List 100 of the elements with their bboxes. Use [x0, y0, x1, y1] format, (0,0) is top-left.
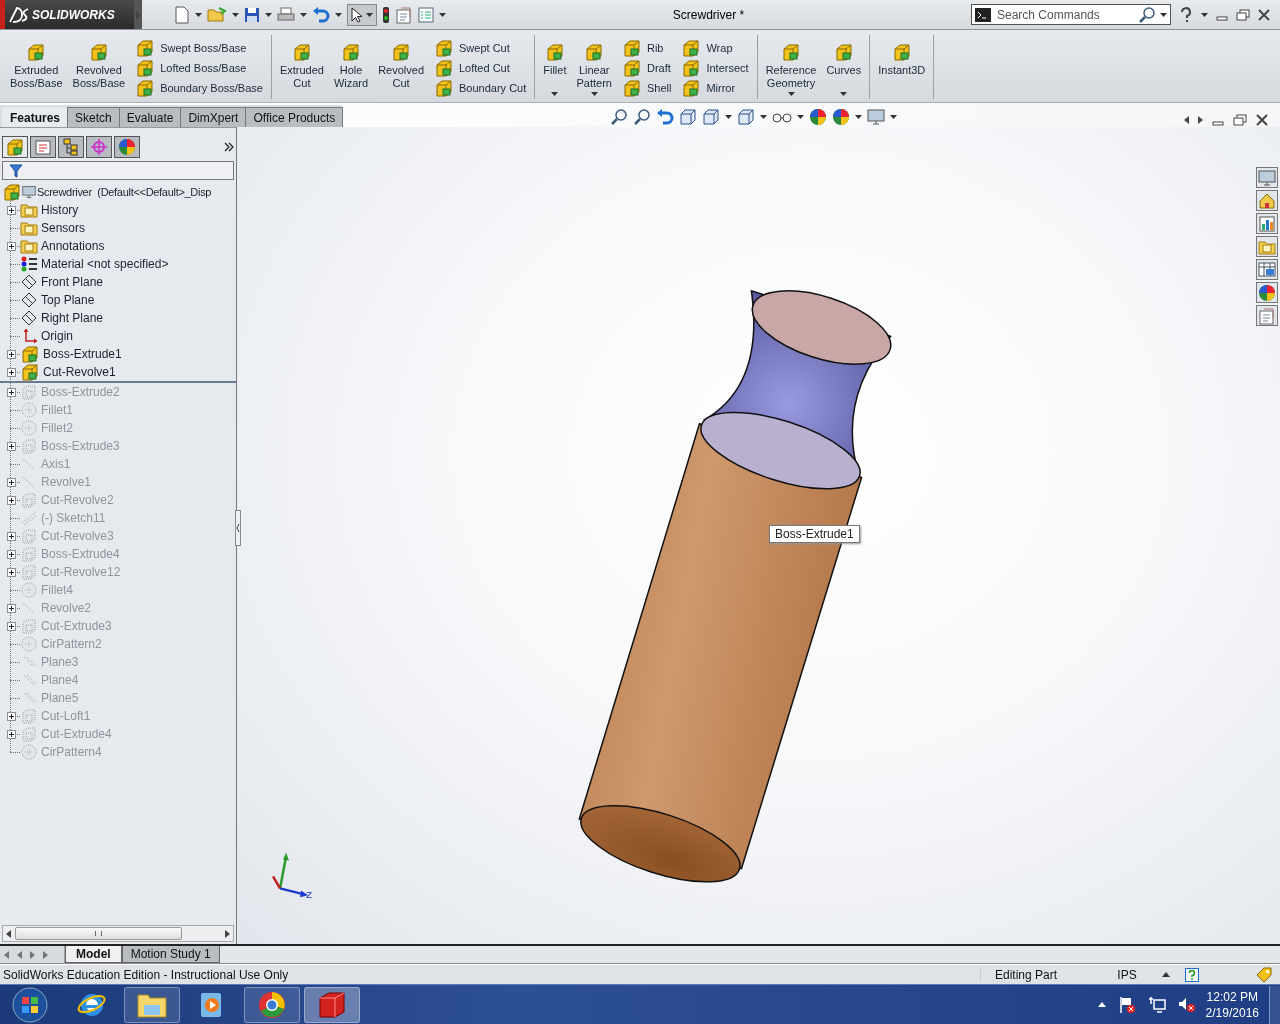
model-tab[interactable]: Model	[65, 946, 122, 963]
task-pane-button[interactable]	[1256, 213, 1278, 234]
save-icon[interactable]	[244, 6, 260, 23]
tree-item[interactable]: Front Plane	[41, 275, 104, 289]
double-chevron-icon[interactable]	[224, 142, 234, 152]
undo-icon[interactable]	[312, 6, 330, 23]
task-pane-button[interactable]	[1256, 190, 1278, 211]
glasses-icon[interactable]	[772, 110, 793, 123]
command-tab[interactable]: DimXpert	[180, 107, 247, 127]
help-icon[interactable]	[1179, 6, 1193, 23]
tag-icon[interactable]	[1256, 966, 1272, 983]
traffic-light-icon[interactable]	[382, 5, 390, 24]
taskbar-button[interactable]	[244, 986, 300, 1023]
tree-item[interactable]: Boss-Extrude1	[43, 347, 122, 361]
scroll-right-icon[interactable]	[225, 929, 230, 938]
caret-icon[interactable]	[760, 114, 768, 119]
command-button[interactable]: Hole Wizard	[331, 35, 371, 99]
scroll-left-icon[interactable]	[6, 929, 11, 938]
tree-item[interactable]: History	[41, 203, 79, 217]
expand-icon[interactable]	[6, 205, 16, 215]
new-document-icon[interactable]	[174, 5, 190, 24]
command-button[interactable]: Revolved Boss/Base	[70, 35, 128, 99]
command-button[interactable]: Extruded Boss/Base	[8, 35, 65, 99]
search-field[interactable]: Search Commands	[971, 4, 1171, 25]
printer-icon[interactable]	[277, 6, 295, 23]
collapse-handle[interactable]	[235, 510, 241, 546]
tile-right-icon[interactable]	[1198, 116, 1203, 124]
scene-icon[interactable]	[832, 107, 851, 126]
caret-icon[interactable]	[1201, 12, 1208, 17]
caret-icon[interactable]	[890, 114, 898, 119]
property-manager-tab[interactable]	[30, 136, 56, 158]
network-icon[interactable]	[1147, 995, 1166, 1014]
command-button[interactable]: Intersect	[679, 58, 751, 78]
horizontal-scrollbar[interactable]	[2, 925, 234, 942]
command-button[interactable]: Linear Pattern	[574, 35, 614, 99]
view-settings-icon[interactable]	[867, 107, 886, 126]
tree-item[interactable]: Top Plane	[41, 293, 95, 307]
task-pane-button[interactable]	[1256, 236, 1278, 257]
caret-up-icon[interactable]	[1162, 972, 1170, 977]
show-desktop-button[interactable]	[1269, 985, 1280, 1024]
command-button[interactable]: Fillet	[541, 35, 569, 99]
close-icon[interactable]	[1256, 114, 1268, 126]
expand-icon[interactable]	[6, 477, 16, 487]
command-button[interactable]: Wrap	[679, 38, 751, 58]
caret-icon[interactable]	[797, 114, 805, 119]
task-pane-button[interactable]	[1256, 282, 1278, 303]
command-button[interactable]: Instant3D	[876, 35, 928, 99]
display-manager-tab[interactable]	[114, 136, 140, 158]
tree-item[interactable]: Origin	[41, 329, 73, 343]
command-tab[interactable]: Features	[2, 107, 69, 127]
caret-icon[interactable]	[195, 12, 202, 17]
configuration-manager-tab[interactable]	[58, 136, 84, 158]
expand-icon[interactable]	[6, 711, 16, 721]
command-button[interactable]: Reference Geometry	[763, 35, 819, 99]
command-button[interactable]: Swept Cut	[432, 38, 529, 58]
taskbar-button[interactable]	[124, 986, 180, 1023]
tree-item[interactable]: Right Plane	[41, 311, 104, 325]
command-button[interactable]: Rib	[619, 38, 674, 58]
display-style-icon[interactable]	[737, 107, 756, 126]
zoom-to-fit-icon[interactable]	[610, 107, 629, 126]
command-button[interactable]: Lofted Boss/Base	[133, 58, 265, 78]
command-button[interactable]: Mirror	[679, 78, 751, 98]
expand-icon[interactable]	[6, 729, 16, 739]
expand-icon[interactable]	[6, 387, 16, 397]
tree-item[interactable]: Material <not specified>	[41, 257, 169, 271]
command-tab[interactable]: Office Products	[245, 107, 344, 127]
expand-icon[interactable]	[6, 241, 16, 251]
command-button[interactable]: Swept Boss/Base	[133, 38, 265, 58]
search-icon[interactable]	[1138, 5, 1156, 24]
task-pane-button[interactable]	[1256, 305, 1278, 326]
tile-left-icon[interactable]	[1184, 116, 1189, 124]
close-icon[interactable]	[1258, 8, 1270, 21]
expand-icon[interactable]	[6, 567, 16, 577]
command-button[interactable]: Revolved Cut	[376, 35, 426, 99]
caret-icon[interactable]	[300, 12, 307, 17]
caret-icon[interactable]	[232, 12, 239, 17]
expand-icon[interactable]	[6, 495, 16, 505]
command-button[interactable]: Shell	[619, 78, 674, 98]
help-icon[interactable]	[1185, 967, 1199, 982]
expand-icon[interactable]	[6, 549, 16, 559]
model-tab[interactable]: Motion Study 1	[121, 946, 220, 963]
caret-icon[interactable]	[265, 12, 272, 17]
command-button[interactable]: Lofted Cut	[432, 58, 529, 78]
task-pane-button[interactable]	[1256, 259, 1278, 280]
filter-field[interactable]	[2, 161, 234, 180]
task-pane-button[interactable]	[1256, 167, 1278, 188]
show-hidden-icons-icon[interactable]	[1097, 1002, 1106, 1007]
command-tab[interactable]: Sketch	[67, 107, 120, 127]
expand-icon[interactable]	[6, 367, 16, 377]
list-icon[interactable]	[418, 6, 434, 23]
caret-icon[interactable]	[1160, 12, 1167, 17]
tree-item[interactable]: Cut-Revolve1	[43, 365, 116, 379]
feature-manager-tab[interactable]	[2, 136, 28, 158]
view-orientation-icon[interactable]	[702, 107, 721, 126]
caret-icon[interactable]	[725, 114, 733, 119]
select-button[interactable]	[347, 3, 377, 26]
expand-icon[interactable]	[6, 621, 16, 631]
tree-item[interactable]: Annotations	[41, 239, 105, 253]
units-button[interactable]: IPS	[1067, 967, 1147, 982]
flag-icon[interactable]	[1117, 995, 1136, 1014]
